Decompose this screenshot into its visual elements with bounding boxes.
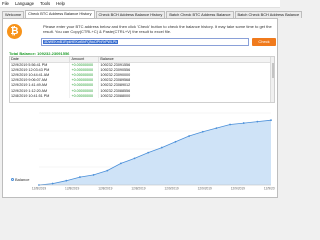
chart-x-tick-label: 12/8/2019 <box>98 187 112 191</box>
tab-check-bch-history[interactable]: Check BCH Address Balance History <box>95 11 166 18</box>
table-scrollbar[interactable] <box>270 57 274 102</box>
chart-point[interactable] <box>215 127 218 130</box>
chart-point[interactable] <box>160 146 163 149</box>
instruction-text: Please enter your BTC address below and … <box>43 24 272 34</box>
chart-point[interactable] <box>201 130 204 133</box>
chart-point[interactable] <box>188 135 191 137</box>
chart-area-fill <box>39 120 271 185</box>
menu-tools[interactable]: Tools <box>40 1 50 6</box>
tab-bar: Welcome Check BTC Address Balance Histor… <box>2 10 303 18</box>
chart-point[interactable] <box>229 123 231 126</box>
chart-point[interactable] <box>65 179 68 182</box>
chart-x-tick-label: 12/8/2019 <box>65 187 79 191</box>
menu-bar: File Language Tools Help <box>0 0 280 8</box>
chart-x-tick-label: 12/9/2019 <box>164 187 178 191</box>
bitcoin-logo-icon: ₿ <box>7 24 22 39</box>
chart-x-tick-label: 12/9/2019 <box>264 187 275 191</box>
chart-point[interactable] <box>133 157 136 160</box>
menu-language[interactable]: Language <box>15 1 34 6</box>
address-input[interactable]: 3DWEKmB1RpkHEKwBhFQNcDPhRrPWLPk <box>41 38 249 46</box>
chart-x-tick-label: 12/8/2019 <box>32 187 46 191</box>
tab-batch-bch[interactable]: Batch Check BCH Address Balance <box>234 11 303 18</box>
tab-batch-btc[interactable]: Batch Check BTC Address Balance <box>166 11 234 18</box>
cell-balance: 109232.23088000 <box>98 93 272 99</box>
chart-x-tick-label: 12/8/2019 <box>131 187 145 191</box>
cell-date: 12/8/2019 10:41:51 PM <box>10 93 71 99</box>
chart-point[interactable] <box>92 174 95 176</box>
chart-point[interactable] <box>174 140 177 143</box>
chart-point[interactable] <box>242 122 245 124</box>
balance-chart: 12/8/2019 12/8/2019 12/8/2019 12/8/2019 12/9… <box>9 107 275 195</box>
chart-point[interactable] <box>106 169 109 172</box>
cell-amount: +0.00000000 <box>69 93 100 99</box>
chart-point[interactable] <box>256 120 259 123</box>
table-row[interactable]: 12/8/2019 10:41:51 PM +0.00000000 109232… <box>10 93 272 99</box>
scrollbar-thumb[interactable] <box>271 63 274 78</box>
chart-x-tick-label: 12/9/2019 <box>231 187 245 191</box>
menu-file[interactable]: File <box>2 1 9 6</box>
check-button[interactable]: Check <box>252 38 276 46</box>
legend-label: Balance <box>15 177 30 182</box>
chart-point[interactable] <box>270 119 272 122</box>
chart-canvas: 12/8/2019 12/8/2019 12/8/2019 12/8/2019 12/9… <box>32 112 275 191</box>
chart-x-tick-label: 12/9/2019 <box>198 187 212 191</box>
chart-point[interactable] <box>79 176 81 178</box>
tab-check-btc-history[interactable]: Check BTC Address Balance History <box>25 10 95 18</box>
chart-point[interactable] <box>119 162 122 165</box>
tab-welcome[interactable]: Welcome <box>2 11 25 18</box>
address-value: 3DWEKmB1RpkHEKwBhFQNcDPhRrPWLPk <box>43 40 119 44</box>
menu-help[interactable]: Help <box>56 1 65 6</box>
main-panel: ₿ Please enter your BTC address below an… <box>2 18 278 198</box>
chart-point[interactable] <box>147 151 150 154</box>
chart-point[interactable] <box>51 182 54 185</box>
history-table: Date Amount Balance 12/9/2019 5:56:41 PM… <box>9 56 275 103</box>
chart-legend: Balance <box>11 177 29 182</box>
legend-marker-icon <box>11 178 14 181</box>
